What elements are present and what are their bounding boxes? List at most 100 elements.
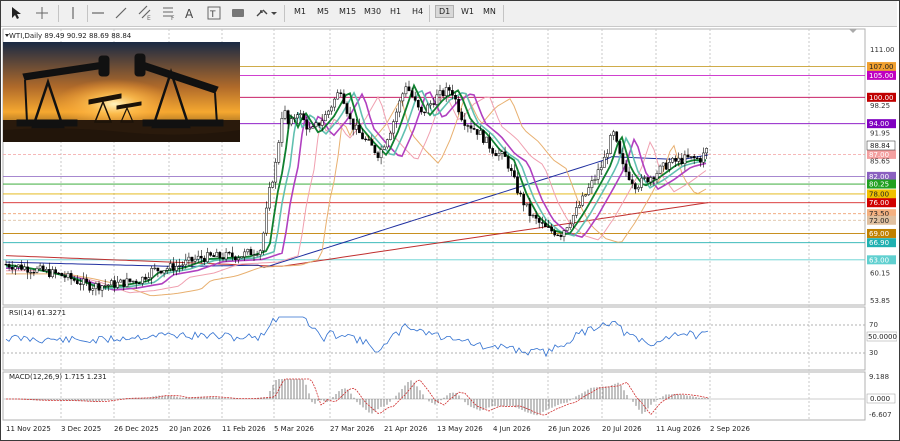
bearish-candle (41, 265, 45, 272)
bearish-candle (376, 152, 380, 158)
bearish-candle (652, 177, 656, 180)
timeframe-h4[interactable]: H4 (409, 6, 426, 17)
timeframe-w1[interactable]: W1 (458, 6, 477, 17)
bullish-candle (637, 187, 640, 190)
timeframe-m30[interactable]: M30 (361, 6, 384, 17)
bearish-candle (615, 131, 619, 142)
timeframe-m1[interactable]: M1 (291, 6, 309, 17)
bearish-candle (75, 280, 79, 284)
bearish-candle (627, 171, 631, 180)
toolbar-separator (58, 5, 59, 22)
bearish-candle (407, 86, 411, 91)
bullish-candle (584, 194, 588, 197)
timeframe-m15[interactable]: M15 (336, 6, 359, 17)
bullish-candle (38, 265, 42, 269)
bearish-candle (69, 273, 73, 280)
bullish-candle (395, 111, 398, 122)
rectangle-icon[interactable] (229, 3, 247, 23)
bearish-candle (156, 267, 160, 272)
bearish-candle (494, 153, 498, 157)
text-label-icon[interactable]: T (205, 3, 223, 23)
bullish-candle (578, 205, 581, 208)
bullish-candle (354, 124, 358, 130)
bullish-candle (485, 136, 488, 143)
text-icon[interactable]: A (181, 3, 199, 23)
bearish-candle (420, 106, 423, 113)
bullish-candle (29, 271, 33, 274)
bullish-candle (658, 165, 662, 174)
svg-text:F: F (171, 15, 175, 21)
bearish-candle (88, 281, 92, 291)
bearish-candle (699, 157, 702, 163)
bearish-candle (633, 183, 637, 190)
price-level-label: 76.00 (869, 199, 889, 207)
bearish-candle (302, 113, 305, 121)
time-axis-label: 11 Nov 2025 (6, 425, 51, 433)
bearish-candle (227, 252, 231, 254)
bearish-candle (203, 257, 206, 263)
bullish-candle (333, 98, 336, 108)
timeframe-d1[interactable]: D1 (435, 5, 455, 18)
bearish-candle (370, 139, 374, 146)
price-scale-label: 53.85 (870, 297, 890, 305)
toolbar-separator (503, 5, 504, 22)
bullish-candle (389, 132, 392, 140)
bullish-candle (392, 121, 395, 134)
bullish-candle (299, 113, 302, 115)
bullish-candle (116, 281, 119, 288)
bearish-candle (475, 129, 479, 135)
bearish-candle (509, 168, 513, 171)
crosshair-icon[interactable] (32, 3, 52, 23)
bullish-candle (320, 120, 324, 126)
horizontal-line-icon[interactable] (88, 3, 108, 23)
vertical-line-icon[interactable] (63, 3, 83, 23)
bearish-candle (680, 157, 684, 165)
bullish-candle (243, 251, 247, 258)
bearish-candle (432, 103, 436, 105)
bearish-candle (159, 270, 163, 274)
fibonacci-icon[interactable]: F (159, 3, 179, 23)
bullish-candle (150, 268, 154, 278)
symbol-header: WTI,Daily 89.49 90.92 88.69 88.84 (9, 32, 132, 40)
time-axis-label: 2 Sep 2026 (710, 425, 750, 433)
bullish-candle (330, 106, 333, 112)
bearish-candle (416, 100, 420, 108)
bearish-candle (503, 151, 507, 157)
bullish-candle (119, 279, 123, 283)
bullish-candle (110, 280, 113, 286)
bullish-candle (66, 273, 70, 278)
bullish-candle (575, 207, 578, 216)
bearish-candle (686, 154, 690, 158)
bullish-candle (181, 264, 185, 266)
cursor-icon[interactable] (6, 3, 26, 23)
timeframe-h1[interactable]: H1 (387, 6, 404, 17)
bearish-candle (410, 90, 414, 97)
arrows-icon[interactable] (253, 3, 279, 23)
bearish-candle (199, 255, 203, 259)
bearish-candle (506, 156, 510, 169)
bearish-candle (451, 90, 454, 96)
bearish-candle (513, 170, 516, 178)
price-scale-label: 98.25 (870, 102, 890, 110)
bearish-candle (122, 279, 126, 287)
bearish-candle (472, 128, 476, 130)
bullish-candle (587, 187, 591, 195)
trendline-icon[interactable] (111, 3, 131, 23)
bullish-candle (91, 288, 95, 291)
bullish-candle (444, 87, 448, 97)
bullish-candle (311, 126, 315, 129)
equidistant-channel-icon[interactable]: E (135, 3, 155, 23)
price-level-label: 63.00 (869, 256, 889, 264)
bullish-candle (141, 276, 144, 284)
bullish-candle (280, 118, 284, 143)
bullish-candle (668, 162, 671, 170)
bearish-candle (482, 130, 485, 143)
timeframe-mn[interactable]: MN (480, 6, 499, 17)
bullish-candle (705, 148, 708, 154)
bearish-candle (522, 193, 526, 206)
bearish-candle (79, 283, 82, 285)
bullish-candle (100, 285, 104, 291)
timeframe-m5[interactable]: M5 (314, 6, 332, 17)
bearish-candle (550, 226, 553, 232)
bullish-candle (565, 227, 569, 231)
